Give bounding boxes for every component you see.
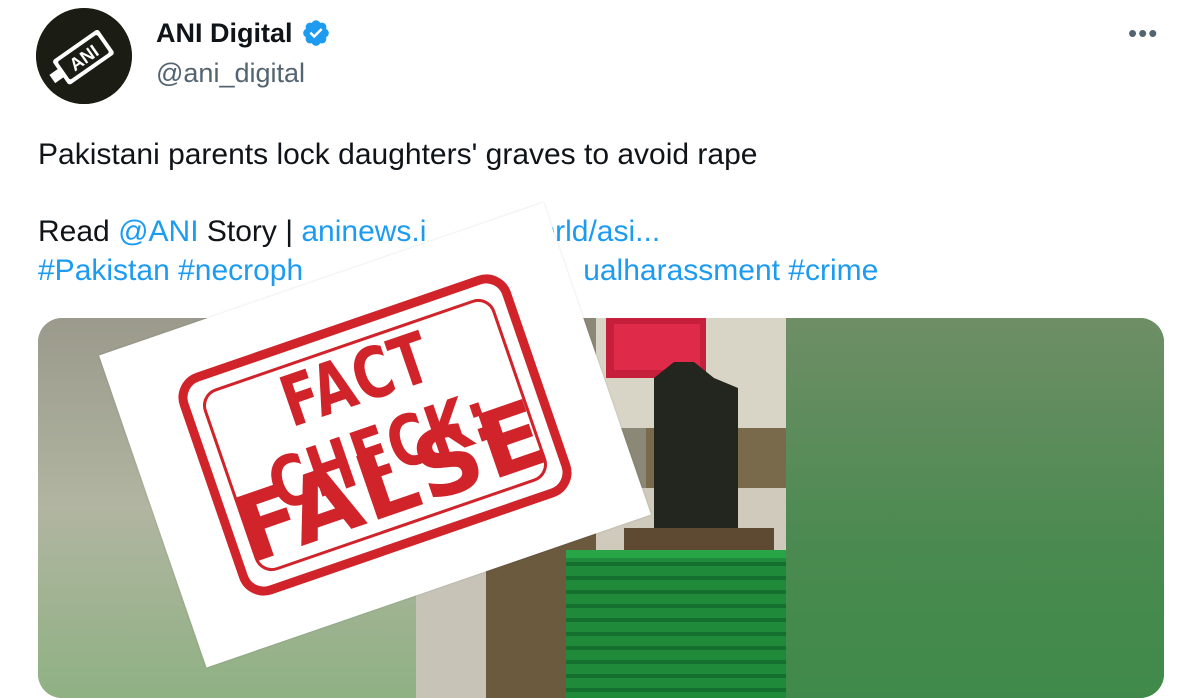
user-handle[interactable]: @ani_digital (156, 56, 305, 90)
verified-badge-icon (302, 20, 329, 46)
ani-logo: ANI (36, 8, 132, 104)
article-link[interactable]: aninews.i (301, 215, 426, 248)
hashtags-right[interactable]: ualharassment #crime (583, 254, 878, 287)
avatar[interactable]: ANI (36, 8, 132, 104)
more-options-icon[interactable]: ••• (1128, 20, 1158, 46)
stamp-border: FACT CHECK: FALSE (171, 267, 579, 603)
media-blur-right (786, 318, 1164, 698)
display-name[interactable]: ANI Digital (156, 16, 293, 50)
display-name-row: ANI Digital (156, 16, 331, 50)
read-mid: Story | (198, 215, 302, 248)
hashtags-left[interactable]: #Pakistan #necroph (38, 254, 303, 287)
tweet-text: Pakistani parents lock daughters' graves… (38, 138, 758, 171)
mention-link[interactable]: @ANI (118, 215, 198, 248)
read-prefix: Read (38, 215, 119, 248)
tweet-read-line: Read @ANI Story | aninews.i vs/world/asi.… (38, 214, 660, 250)
